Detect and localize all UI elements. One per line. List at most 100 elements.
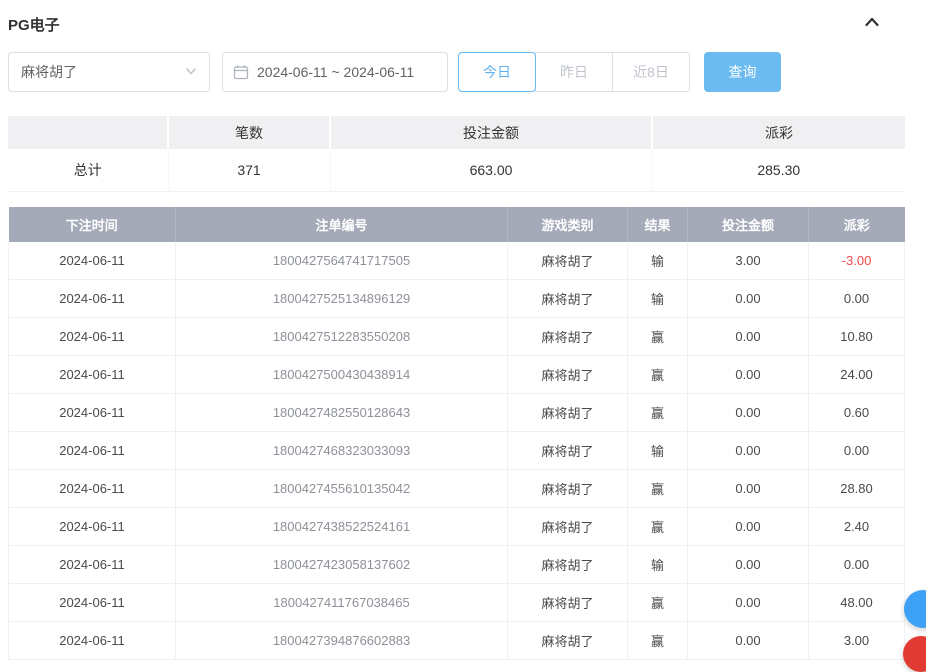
game-type-cell: 麻将胡了 xyxy=(508,432,628,470)
game-type-cell: 麻将胡了 xyxy=(508,394,628,432)
records-header-row: 下注时间 注单编号 游戏类别 结果 投注金额 派彩 xyxy=(9,207,905,242)
quick-date-button[interactable]: 近8日 xyxy=(612,52,690,92)
order-id-cell: 1800427500430438914 xyxy=(176,356,508,394)
order-id-cell: 1800427411767038465 xyxy=(176,584,508,622)
game-type-cell: 麻将胡了 xyxy=(508,546,628,584)
table-row: 2024-06-111800427500430438914麻将胡了赢0.0024… xyxy=(9,356,905,394)
bet-time-cell: 2024-06-11 xyxy=(9,356,176,394)
summary-header-count: 笔数 xyxy=(168,116,330,149)
order-id-cell: 1800427512283550208 xyxy=(176,318,508,356)
game-type-cell: 麻将胡了 xyxy=(508,242,628,280)
table-row: 2024-06-111800427525134896129麻将胡了输0.000.… xyxy=(9,280,905,318)
payout-cell: 24.00 xyxy=(809,356,905,394)
calendar-icon xyxy=(233,64,249,80)
payout-cell: 28.80 xyxy=(809,470,905,508)
bet-time-cell: 2024-06-11 xyxy=(9,622,176,660)
search-button[interactable]: 查询 xyxy=(704,52,781,92)
table-row: 2024-06-111800427468323033093麻将胡了输0.000.… xyxy=(9,432,905,470)
result-cell: 赢 xyxy=(628,622,688,660)
bet-amount-cell: 0.00 xyxy=(688,394,809,432)
bet-amount-cell: 0.00 xyxy=(688,622,809,660)
date-range-value: 2024-06-11 ~ 2024-06-11 xyxy=(257,64,414,80)
bet-amount-cell: 0.00 xyxy=(688,584,809,622)
header-game-type: 游戏类别 xyxy=(508,207,628,242)
result-cell: 赢 xyxy=(628,394,688,432)
chevron-down-icon xyxy=(185,65,197,80)
table-row: 2024-06-111800427564741717505麻将胡了输3.00-3… xyxy=(9,242,905,280)
page-title: PG电子 xyxy=(8,14,60,35)
bet-time-cell: 2024-06-11 xyxy=(9,318,176,356)
result-cell: 输 xyxy=(628,242,688,280)
summary-total-bet-amount: 663.00 xyxy=(330,149,652,191)
payout-cell: 3.00 xyxy=(809,622,905,660)
floating-chat-button[interactable] xyxy=(904,590,926,628)
summary-header-payout: 派彩 xyxy=(652,116,905,149)
header-bet-amount: 投注金额 xyxy=(688,207,809,242)
payout-cell: 0.00 xyxy=(809,280,905,318)
order-id-cell: 1800427482550128643 xyxy=(176,394,508,432)
bet-time-cell: 2024-06-11 xyxy=(9,546,176,584)
bet-amount-cell: 0.00 xyxy=(688,546,809,584)
table-row: 2024-06-111800427438522524161麻将胡了赢0.002.… xyxy=(9,508,905,546)
header-payout: 派彩 xyxy=(809,207,905,242)
result-cell: 赢 xyxy=(628,508,688,546)
order-id-cell: 1800427423058137602 xyxy=(176,546,508,584)
table-row: 2024-06-111800427512283550208麻将胡了赢0.0010… xyxy=(9,318,905,356)
bet-amount-cell: 0.00 xyxy=(688,356,809,394)
bet-time-cell: 2024-06-11 xyxy=(9,584,176,622)
payout-cell: -3.00 xyxy=(809,242,905,280)
payout-cell: 0.60 xyxy=(809,394,905,432)
result-cell: 赢 xyxy=(628,470,688,508)
bet-time-cell: 2024-06-11 xyxy=(9,508,176,546)
bet-amount-cell: 0.00 xyxy=(688,432,809,470)
quick-date-button-active[interactable]: 今日 xyxy=(458,52,536,92)
result-cell: 赢 xyxy=(628,318,688,356)
bet-time-cell: 2024-06-11 xyxy=(9,432,176,470)
payout-cell: 0.00 xyxy=(809,432,905,470)
quick-date-button-group: 今日昨日近8日 xyxy=(458,52,690,92)
filter-bar: 麻将胡了 2024-06-11 ~ 2024-06-11 今日昨日近8日 查询 xyxy=(8,52,905,92)
result-cell: 输 xyxy=(628,280,688,318)
header-bet-time: 下注时间 xyxy=(9,207,176,242)
order-id-cell: 1800427468323033093 xyxy=(176,432,508,470)
floating-service-button[interactable] xyxy=(903,636,926,672)
summary-total-payout: 285.30 xyxy=(652,149,905,191)
game-type-cell: 麻将胡了 xyxy=(508,280,628,318)
bet-amount-cell: 0.00 xyxy=(688,508,809,546)
records-table: 下注时间 注单编号 游戏类别 结果 投注金额 派彩 2024-06-111800… xyxy=(8,207,905,661)
table-row: 2024-06-111800427455610135042麻将胡了赢0.0028… xyxy=(9,470,905,508)
game-select[interactable]: 麻将胡了 xyxy=(8,52,210,92)
order-id-cell: 1800427455610135042 xyxy=(176,470,508,508)
result-cell: 输 xyxy=(628,546,688,584)
game-select-value: 麻将胡了 xyxy=(21,62,77,82)
game-type-cell: 麻将胡了 xyxy=(508,508,628,546)
table-row: 2024-06-111800427482550128643麻将胡了赢0.000.… xyxy=(9,394,905,432)
pg-games-panel: PG电子 麻将胡了 2024-06-11 ~ 2024-06-11 xyxy=(0,0,905,660)
bet-time-cell: 2024-06-11 xyxy=(9,394,176,432)
game-type-cell: 麻将胡了 xyxy=(508,318,628,356)
summary-total-label: 总计 xyxy=(8,149,168,191)
table-row: 2024-06-111800427423058137602麻将胡了输0.000.… xyxy=(9,546,905,584)
order-id-cell: 1800427394876602883 xyxy=(176,622,508,660)
payout-cell: 10.80 xyxy=(809,318,905,356)
header-order-id: 注单编号 xyxy=(176,207,508,242)
chevron-up-icon xyxy=(863,13,881,36)
result-cell: 赢 xyxy=(628,356,688,394)
bet-time-cell: 2024-06-11 xyxy=(9,280,176,318)
bet-time-cell: 2024-06-11 xyxy=(9,470,176,508)
summary-table: 笔数 投注金额 派彩 总计 371 663.00 285.30 xyxy=(8,116,905,192)
result-cell: 赢 xyxy=(628,584,688,622)
date-range-input[interactable]: 2024-06-11 ~ 2024-06-11 xyxy=(222,52,448,92)
payout-cell: 2.40 xyxy=(809,508,905,546)
order-id-cell: 1800427525134896129 xyxy=(176,280,508,318)
collapse-panel-button[interactable] xyxy=(863,13,881,36)
bet-amount-cell: 0.00 xyxy=(688,318,809,356)
payout-cell: 0.00 xyxy=(809,546,905,584)
order-id-cell: 1800427438522524161 xyxy=(176,508,508,546)
quick-date-button[interactable]: 昨日 xyxy=(535,52,613,92)
result-cell: 输 xyxy=(628,432,688,470)
bet-amount-cell: 0.00 xyxy=(688,470,809,508)
table-row: 2024-06-111800427411767038465麻将胡了赢0.0048… xyxy=(9,584,905,622)
game-type-cell: 麻将胡了 xyxy=(508,356,628,394)
summary-header-row: 笔数 投注金额 派彩 xyxy=(8,116,905,149)
